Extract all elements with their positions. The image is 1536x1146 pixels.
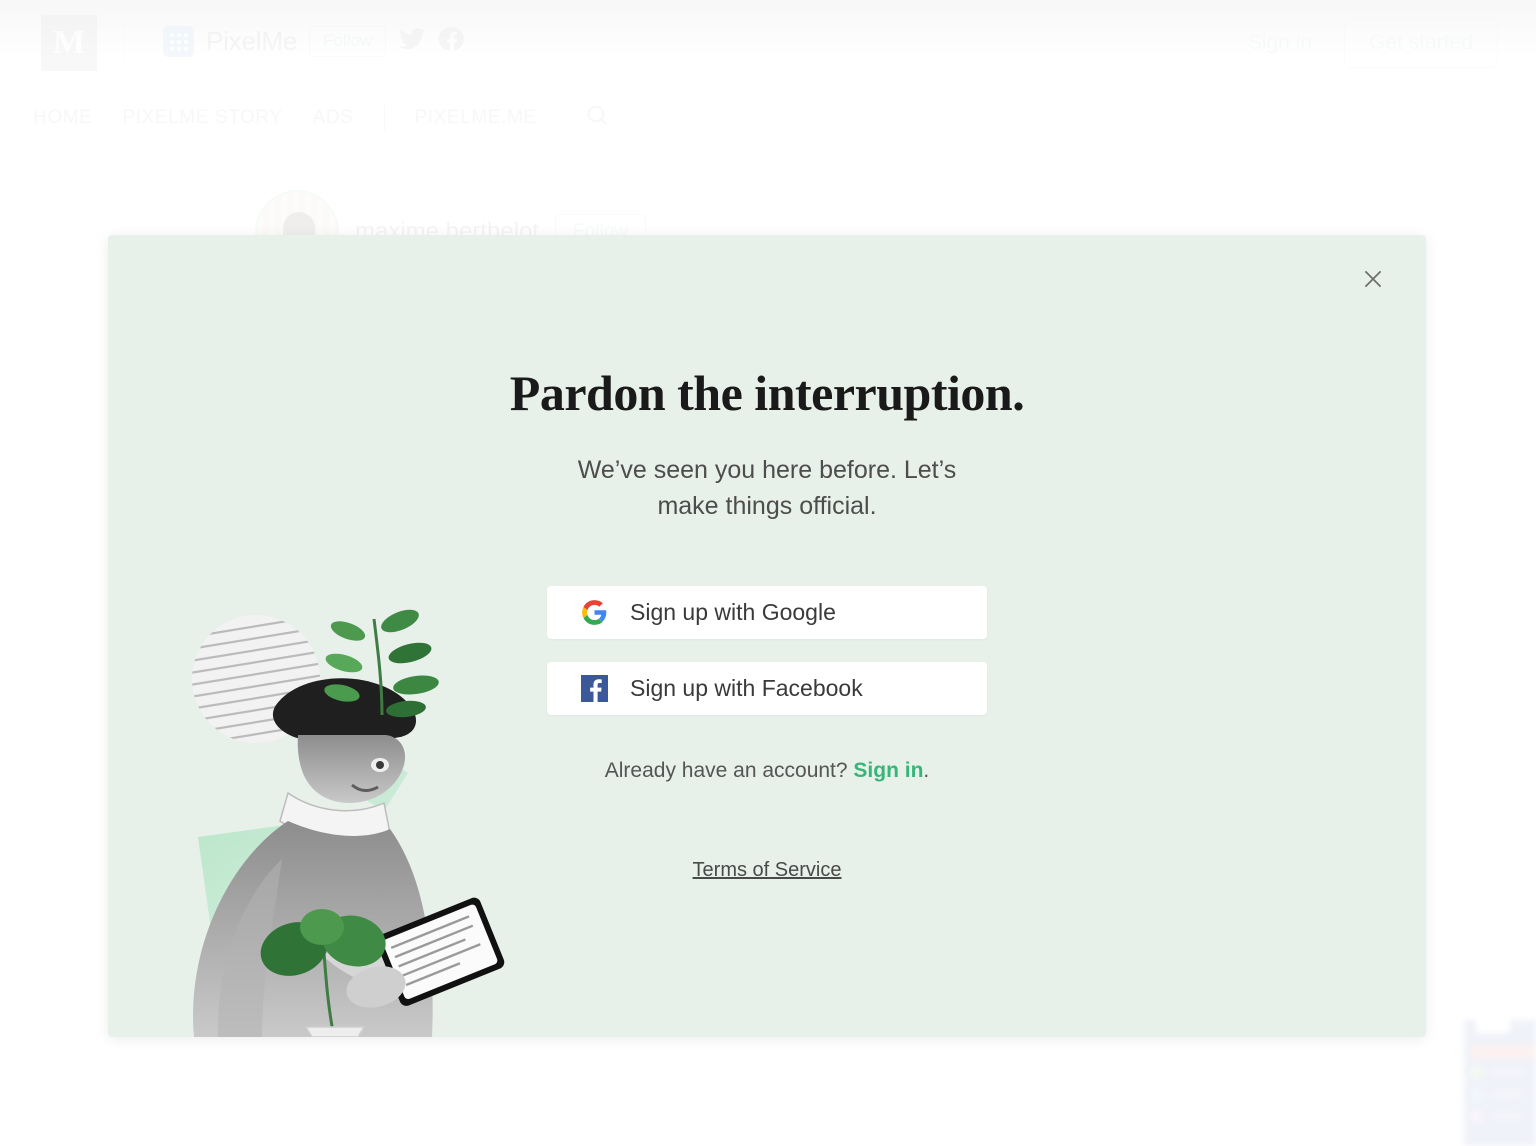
sign-up-with-google-button[interactable]: Sign up with Google — [547, 586, 987, 639]
sign-up-with-facebook-button[interactable]: Sign up with Facebook — [547, 662, 987, 715]
already-have-account-text: Already have an account? — [604, 759, 854, 782]
close-icon[interactable] — [1355, 261, 1391, 297]
page-root: M PixelMe Follow Sign in Get started HOM… — [0, 0, 1536, 1146]
google-g-icon — [581, 599, 608, 626]
modal-subtitle: We’ve seen you here before. Let’s make t… — [577, 456, 957, 520]
google-button-label: Sign up with Google — [630, 599, 836, 625]
already-period: . — [923, 759, 930, 782]
terms-of-service-link[interactable]: Terms of Service — [693, 859, 842, 882]
signup-interstitial-modal: Pardon the interruption. We’ve seen you … — [108, 235, 1426, 1037]
already-have-account-row: Already have an account? Sign in. — [605, 759, 930, 783]
modal-title: Pardon the interruption. — [509, 365, 1025, 421]
facebook-button-label: Sign up with Facebook — [630, 675, 863, 701]
facebook-f-icon — [581, 675, 608, 702]
modal-sign-in-link[interactable]: Sign in — [853, 759, 923, 782]
person-reading-tablet-illustration — [138, 597, 518, 1037]
